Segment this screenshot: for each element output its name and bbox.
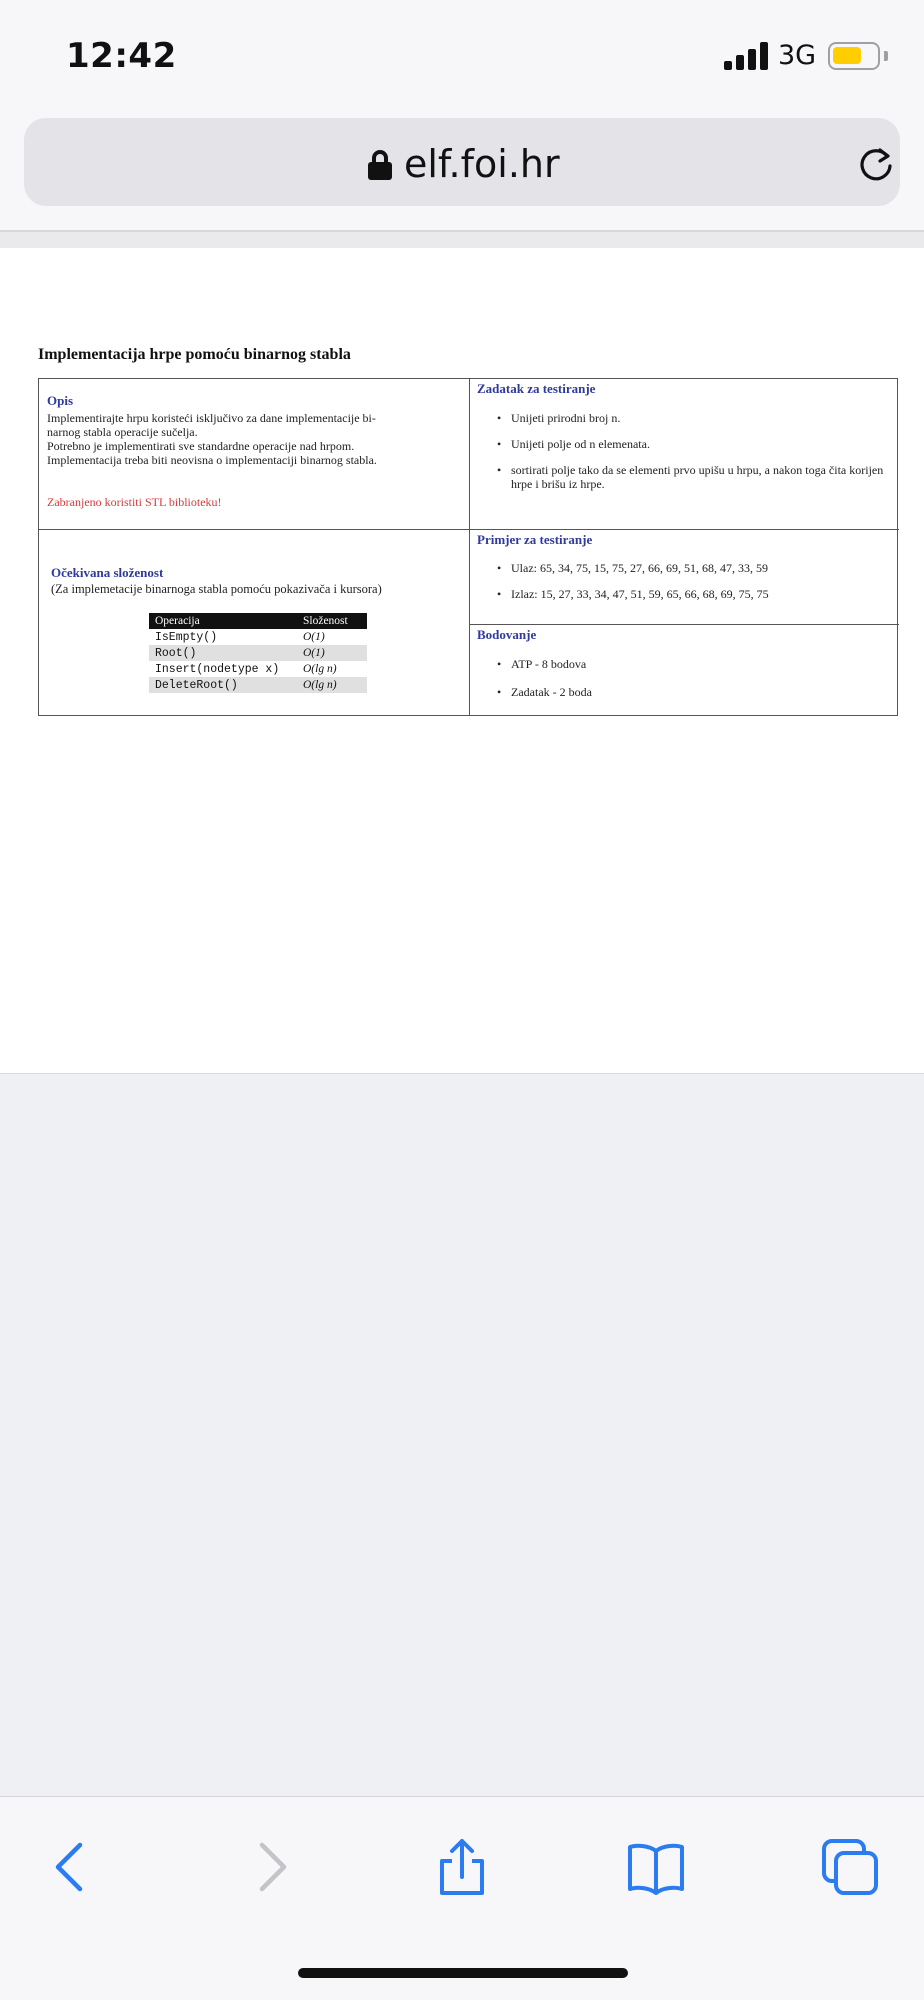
list-item: Unijeti polje od n elemenata. — [495, 437, 895, 451]
pdf-page: Implementacija hrpe pomoću binarnog stab… — [0, 248, 924, 1074]
cellular-signal-icon — [724, 42, 770, 70]
primjer-heading: Primjer za testiranje — [477, 532, 593, 547]
reload-icon[interactable] — [854, 142, 898, 186]
slozenost-heading: Očekivana složenost — [51, 565, 164, 580]
opis-heading: Opis — [47, 393, 74, 408]
stl-warning: Zabranjeno koristiti STL biblioteku! — [47, 495, 222, 509]
list-item: Unijeti prirodni broj n. — [495, 411, 895, 425]
operation-cell: DeleteRoot() — [149, 677, 297, 693]
bookmarks-icon[interactable] — [626, 1837, 686, 1897]
bodovanje-list: ATP - 8 bodova Zadatak - 2 boda — [495, 657, 895, 699]
browser-address-area: elf.foi.hr — [0, 110, 924, 230]
battery-cap — [884, 51, 888, 61]
column-divider — [469, 379, 470, 715]
network-type: 3G — [778, 40, 817, 71]
opis-line-4: Implementacija treba biti neovisna o imp… — [47, 453, 377, 467]
complexity-table: Operacija Složenost IsEmpty() O(1) Root(… — [149, 613, 367, 693]
left-row-divider — [39, 529, 469, 530]
share-icon[interactable] — [432, 1837, 492, 1897]
status-bar: 12:42 3G — [0, 0, 924, 110]
table-row: Insert(nodetype x) O(lg n) — [149, 661, 367, 677]
forward-icon[interactable] — [240, 1837, 300, 1897]
address-bar[interactable]: elf.foi.hr — [24, 118, 900, 206]
primjer-list: Ulaz: 65, 34, 75, 15, 75, 27, 66, 69, 51… — [495, 561, 895, 601]
complexity-cell: O(lg n) — [297, 677, 367, 693]
list-item: Izlaz: 15, 27, 33, 34, 47, 51, 59, 65, 6… — [495, 587, 895, 601]
complexity-cell: O(1) — [303, 631, 325, 643]
list-item: Ulaz: 65, 34, 75, 15, 75, 27, 66, 69, 51… — [495, 561, 895, 575]
right-row-divider-2 — [469, 624, 899, 625]
table-row: IsEmpty() O(1) — [149, 629, 367, 645]
bodovanje-heading: Bodovanje — [477, 627, 537, 642]
operation-cell: Root() — [149, 645, 297, 661]
back-icon[interactable] — [42, 1837, 102, 1897]
table-header-row: Operacija Složenost — [149, 613, 367, 629]
url-text: elf.foi.hr — [404, 142, 560, 186]
slozenost-subtitle: (Za implemetacije binarnoga stabla pomoć… — [51, 582, 382, 596]
opis-line-3: Potrebno je implementirati sve standardn… — [47, 439, 355, 453]
battery-icon — [828, 42, 880, 70]
home-indicator[interactable] — [298, 1968, 628, 1978]
table-row: Root() O(1) — [149, 645, 367, 661]
zadatak-heading: Zadatak za testiranje — [477, 381, 596, 396]
operation-cell: IsEmpty() — [155, 630, 218, 644]
column-header: Složenost — [297, 613, 367, 629]
list-item: sortirati polje tako da se elementi prvo… — [495, 463, 895, 491]
table-row: DeleteRoot() O(lg n) — [149, 677, 367, 693]
tabs-icon[interactable] — [820, 1837, 880, 1897]
right-row-divider-1 — [469, 529, 899, 530]
complexity-cell: O(lg n) — [303, 663, 337, 675]
assignment-box: Opis Implementirajte hrpu koristeći iskl… — [38, 378, 899, 716]
zadatak-list: Unijeti prirodni broj n. Unijeti polje o… — [495, 411, 895, 491]
list-item: ATP - 8 bodova — [495, 657, 895, 671]
lock-icon — [368, 150, 392, 180]
list-item: Zadatak - 2 boda — [495, 685, 895, 699]
opis-line-2: narnog stabla operacije sučelja. — [47, 425, 198, 439]
toolbar-divider — [0, 230, 924, 248]
document-title: Implementacija hrpe pomoću binarnog stab… — [38, 346, 351, 363]
column-header: Operacija — [149, 613, 297, 629]
status-time: 12:42 — [66, 36, 177, 76]
opis-line-1: Implementirajte hrpu koristeći isključiv… — [47, 411, 376, 425]
operation-cell: Insert(nodetype x) — [155, 662, 280, 676]
complexity-cell: O(1) — [297, 645, 367, 661]
